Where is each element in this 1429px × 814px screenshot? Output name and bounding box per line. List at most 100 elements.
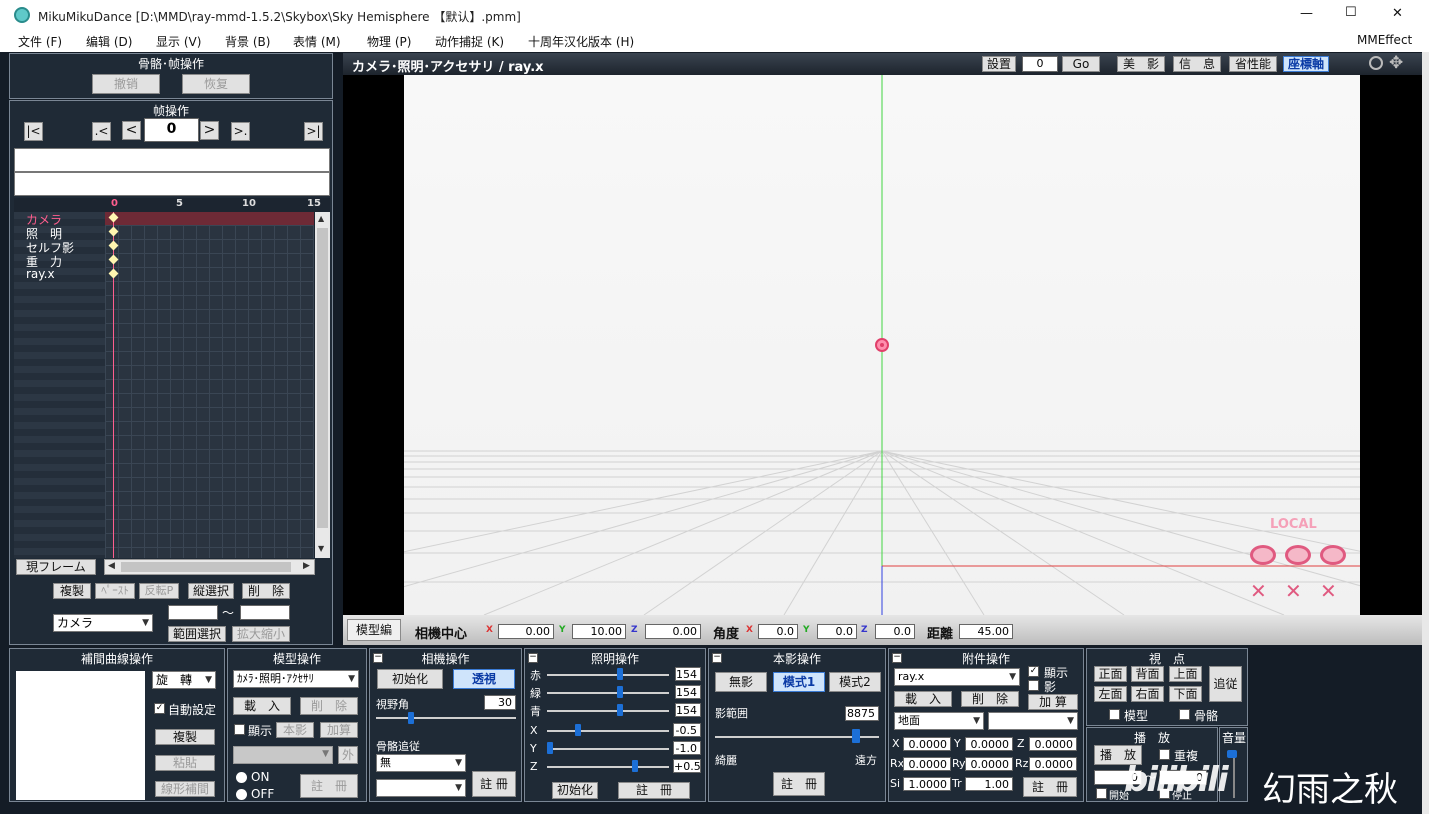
menu-physics[interactable]: 物理 (P): [367, 33, 411, 50]
interp-copy-button[interactable]: 複製: [155, 729, 215, 745]
next-key-button[interactable]: >.: [231, 122, 250, 141]
range-select-button[interactable]: 範囲選択: [168, 626, 226, 642]
camera-register-button[interactable]: 註 冊: [472, 771, 516, 797]
acc-show-checkbox[interactable]: ✓: [1028, 666, 1039, 677]
prev-key-button[interactable]: .<: [92, 122, 111, 141]
light-y-slider-thumb[interactable]: [547, 742, 553, 754]
left-view-button[interactable]: 左面: [1094, 686, 1127, 702]
red-slider-track[interactable]: [547, 674, 669, 676]
menu-anniversary[interactable]: 十周年汉化版本 (H): [528, 33, 634, 50]
move-z-gizmo-icon[interactable]: ✕: [1320, 581, 1337, 601]
fov-slider-track[interactable]: [376, 717, 516, 719]
shadow-mode2-button[interactable]: 模式2: [829, 672, 881, 692]
acc-transparency-input[interactable]: 1.00: [965, 777, 1013, 791]
menu-mmeffect[interactable]: MMEffect: [1357, 33, 1412, 47]
light-y-input[interactable]: -1.0: [673, 741, 701, 755]
menu-file[interactable]: 文件 (F): [18, 33, 62, 50]
paste-frame-button[interactable]: ﾍﾟｰｽﾄ: [95, 583, 135, 599]
timeline-hscrollbar[interactable]: ◀ ▶: [104, 559, 315, 575]
rotate-z-gizmo-icon[interactable]: [1320, 545, 1346, 565]
copy-frame-button[interactable]: 複製: [53, 583, 91, 599]
light-z-slider-track[interactable]: [547, 766, 669, 768]
perspective-button[interactable]: 透視: [453, 669, 515, 689]
move-x-gizmo-icon[interactable]: ✕: [1250, 581, 1267, 601]
center-x-input[interactable]: 0.00: [498, 624, 554, 639]
follow-select[interactable]: 無 ▼: [376, 754, 466, 772]
light-register-button[interactable]: 註 冊: [618, 782, 690, 799]
interp-paste-button[interactable]: 粘貼: [155, 755, 215, 771]
acc-shadow-checkbox[interactable]: [1028, 680, 1039, 691]
model-add-button[interactable]: 加算: [320, 722, 358, 738]
light-z-input[interactable]: +0.5: [673, 759, 701, 773]
setting-button[interactable]: 設置: [982, 56, 1016, 72]
interp-type-select[interactable]: 旋 轉 ▼: [152, 671, 216, 689]
scroll-right-icon[interactable]: ▶: [303, 561, 310, 571]
undo-button[interactable]: 撤销: [92, 74, 160, 94]
top-view-button[interactable]: 上面: [1169, 666, 1202, 682]
repeat-checkbox[interactable]: [1159, 749, 1170, 760]
fov-input[interactable]: 30: [484, 695, 516, 710]
on-radio[interactable]: [236, 772, 247, 783]
current-frame-button[interactable]: 現フレーム: [16, 559, 96, 575]
menu-motion-capture[interactable]: 动作捕捉 (K): [435, 33, 504, 50]
shadow-range-input[interactable]: 8875: [845, 706, 879, 721]
search-icon[interactable]: [1369, 56, 1383, 70]
model-show-checkbox[interactable]: [234, 724, 245, 735]
play-start-checkbox[interactable]: [1096, 788, 1107, 799]
menu-expression[interactable]: 表情 (M): [293, 33, 341, 50]
distance-input[interactable]: 45.00: [959, 624, 1013, 639]
menu-view[interactable]: 显示 (V): [156, 33, 201, 50]
rotate-y-gizmo-icon[interactable]: [1285, 545, 1311, 565]
acc-load-button[interactable]: 載 入: [894, 691, 952, 707]
interp-curve-canvas[interactable]: [16, 671, 145, 800]
fov-slider-thumb[interactable]: [408, 712, 414, 724]
model-sub-select[interactable]: ▼: [233, 746, 333, 764]
model-outer-button[interactable]: 外: [338, 746, 358, 764]
acc-parent-select[interactable]: 地面 ▼: [894, 712, 984, 730]
view-bone-checkbox[interactable]: [1179, 709, 1190, 720]
acc-scale-input[interactable]: 1.0000: [903, 777, 951, 791]
camera-init-button[interactable]: 初始化: [377, 669, 443, 689]
front-view-button[interactable]: 正面: [1094, 666, 1127, 682]
acc-register-button[interactable]: 註 冊: [1023, 777, 1077, 797]
acc-ry-input[interactable]: 0.0000: [965, 757, 1013, 771]
acc-delete-button[interactable]: 削 除: [961, 691, 1019, 707]
model-shadow-button[interactable]: 本影: [276, 722, 314, 738]
light-init-button[interactable]: 初始化: [552, 782, 598, 799]
model-delete-button[interactable]: 削 除: [300, 697, 358, 715]
back-view-button[interactable]: 背面: [1131, 666, 1164, 682]
follow-view-button[interactable]: 追従: [1209, 666, 1242, 702]
model-edit-tab[interactable]: 模型編: [347, 619, 401, 641]
blue-input[interactable]: 154: [675, 703, 701, 717]
no-shadow-button[interactable]: 無影: [715, 672, 767, 692]
beauty-shadow-button[interactable]: 美 影: [1117, 56, 1165, 72]
shadow-range-slider-thumb[interactable]: [852, 729, 860, 743]
light-y-slider-track[interactable]: [547, 748, 669, 750]
angle-x-input[interactable]: 0.0: [758, 624, 798, 639]
axis-button[interactable]: 座標軸: [1283, 56, 1329, 72]
frame-input[interactable]: 0: [144, 118, 199, 142]
scroll-left-icon[interactable]: ◀: [108, 561, 115, 571]
acc-bone-select[interactable]: ▼: [988, 712, 1078, 730]
track-ray[interactable]: ray.x: [26, 267, 55, 281]
acc-rx-input[interactable]: 0.0000: [903, 757, 951, 771]
light-x-input[interactable]: -0.5: [673, 723, 701, 737]
green-slider-thumb[interactable]: [617, 686, 623, 698]
off-radio[interactable]: [236, 789, 247, 800]
model-register-button[interactable]: 註 冊: [300, 774, 358, 798]
light-x-slider-track[interactable]: [547, 730, 669, 732]
hscroll-thumb[interactable]: [121, 562, 291, 572]
bottom-view-button[interactable]: 下面: [1169, 686, 1202, 702]
range-to-input[interactable]: [240, 605, 290, 620]
menu-background[interactable]: 背景 (B): [225, 33, 270, 50]
rotate-x-gizmo-icon[interactable]: [1250, 545, 1276, 565]
green-input[interactable]: 154: [675, 685, 701, 699]
delete-frame-button[interactable]: 削 除: [242, 583, 290, 599]
blue-slider-track[interactable]: [547, 710, 669, 712]
light-z-slider-thumb[interactable]: [632, 760, 638, 772]
right-view-button[interactable]: 右面: [1131, 686, 1164, 702]
go-button[interactable]: Go: [1062, 56, 1100, 72]
viewport-3d[interactable]: LOCAL ✕ ✕ ✕: [343, 75, 1422, 615]
angle-z-input[interactable]: 0.0: [875, 624, 915, 639]
acc-x-input[interactable]: 0.0000: [903, 737, 951, 751]
